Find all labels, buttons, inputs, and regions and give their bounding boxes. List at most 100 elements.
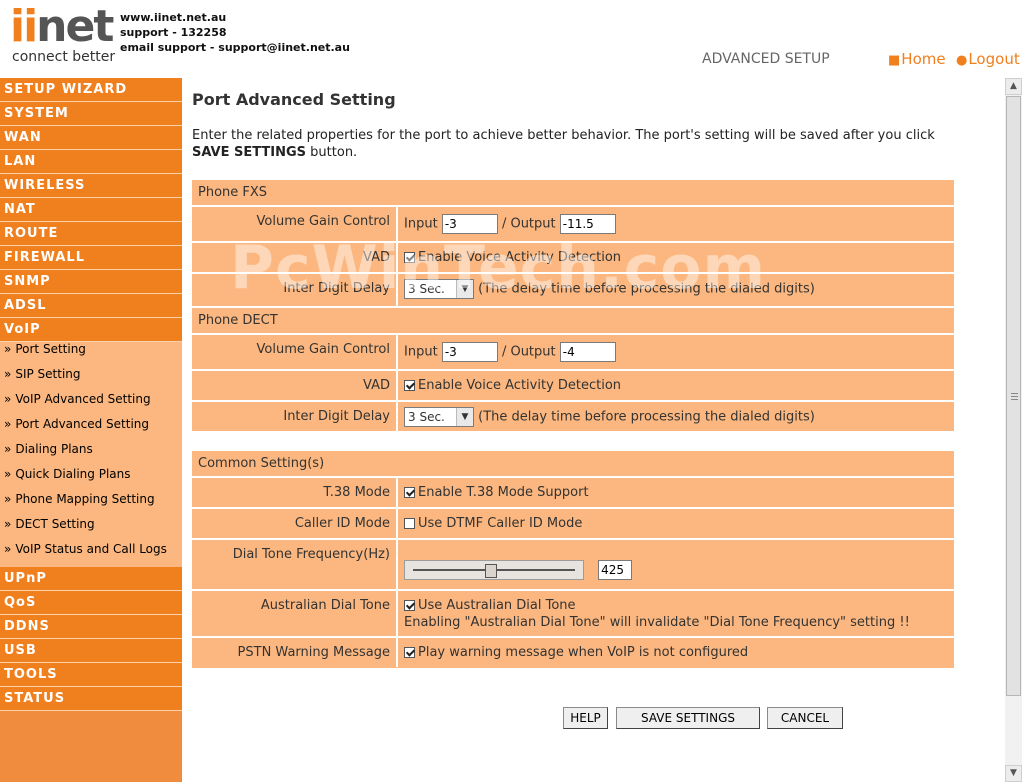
home-link-label: Home	[901, 50, 946, 68]
website-text: www.iinet.net.au	[120, 11, 227, 24]
save-settings-button[interactable]: SAVE SETTINGS	[616, 707, 760, 729]
dialtone-row: Dial Tone Frequency(Hz)	[192, 540, 954, 591]
sidebar-item-snmp[interactable]: SNMP	[0, 270, 182, 294]
fxs-vad-checkbox[interactable]	[404, 252, 415, 263]
t38-text: Enable T.38 Mode Support	[418, 485, 589, 500]
sidebar-item-route[interactable]: ROUTE	[0, 222, 182, 246]
sidebar-subitem-sip-setting[interactable]: » SIP Setting	[0, 367, 182, 392]
subitem-label: Port Advanced Setting	[15, 417, 150, 431]
t38-row: T.38 Mode Enable T.38 Mode Support	[192, 478, 954, 509]
scroll-thumb[interactable]	[1006, 96, 1021, 696]
sidebar-item-voip[interactable]: VoIP	[0, 318, 182, 342]
au-dialtone-note: Enabling "Australian Dial Tone" will inv…	[404, 615, 910, 630]
sidebar-item-wireless[interactable]: WIRELESS	[0, 174, 182, 198]
callerid-checkbox[interactable]	[404, 518, 415, 529]
subitem-label: Quick Dialing Plans	[15, 467, 131, 481]
fxs-input-gain-field[interactable]	[441, 214, 498, 234]
callerid-row: Caller ID Mode Use DTMF Caller ID Mode	[192, 509, 954, 540]
logout-link[interactable]: ●Logout	[956, 50, 1020, 68]
au-dialtone-value: Use Australian Dial Tone Enabling "Austr…	[398, 591, 954, 636]
phone-dect-heading: Phone DECT	[192, 308, 954, 335]
dect-delay-label: Inter Digit Delay	[192, 402, 398, 434]
dect-input-label: Input	[404, 344, 438, 360]
subitem-label: VoIP Advanced Setting	[15, 392, 151, 406]
logo-tagline: connect better	[12, 49, 116, 65]
sidebar-item-system[interactable]: SYSTEM	[0, 102, 182, 126]
sidebar-item-firewall[interactable]: FIREWALL	[0, 246, 182, 270]
pstn-row: PSTN Warning Message Play warning messag…	[192, 638, 954, 667]
scroll-down-arrow-icon[interactable]: ▼	[1005, 765, 1022, 782]
callerid-text: Use DTMF Caller ID Mode	[418, 516, 583, 531]
subitem-label: Port Setting	[15, 342, 86, 356]
fxs-delay-note: (The delay time before processing the di…	[478, 281, 815, 297]
sidebar-subitem-port-advanced-setting[interactable]: » Port Advanced Setting	[0, 417, 182, 442]
sidebar-subitem-dialing-plans[interactable]: » Dialing Plans	[0, 442, 182, 467]
sidebar-item-qos[interactable]: QoS	[0, 591, 182, 615]
dect-output-gain-field[interactable]	[559, 342, 616, 362]
sidebar-subitem-phone-mapping-setting[interactable]: » Phone Mapping Setting	[0, 492, 182, 517]
fxs-delay-select[interactable]: 3 Sec. ▼	[404, 279, 474, 299]
sidebar-item-upnp[interactable]: UPnP	[0, 567, 182, 591]
sidebar-item-usb[interactable]: USB	[0, 639, 182, 663]
subitem-label: DECT Setting	[15, 517, 95, 531]
pstn-text: Play warning message when VoIP is not co…	[418, 645, 749, 660]
chevron-down-icon: ▼	[456, 408, 473, 426]
sidebar-item-ddns[interactable]: DDNS	[0, 615, 182, 639]
dect-delay-select[interactable]: 3 Sec. ▼	[404, 407, 474, 427]
dect-input-gain-field[interactable]	[441, 342, 498, 362]
dect-delay-selected: 3 Sec.	[408, 410, 445, 424]
iinet-logo: iinet	[10, 1, 114, 52]
sidebar-item-status[interactable]: STATUS	[0, 687, 182, 711]
dialtone-frequency-field[interactable]	[598, 560, 633, 580]
cancel-button[interactable]: CANCEL	[767, 707, 843, 729]
sidebar-item-lan[interactable]: LAN	[0, 150, 182, 174]
callerid-value: Use DTMF Caller ID Mode	[398, 509, 954, 538]
fxs-delay-label: Inter Digit Delay	[192, 274, 398, 306]
dect-vad-value: Enable Voice Activity Detection	[398, 371, 954, 400]
home-link[interactable]: ■Home	[888, 50, 946, 68]
common-heading: Common Setting(s)	[192, 451, 954, 478]
fxs-vad-value: Enable Voice Activity Detection	[398, 243, 954, 272]
sidebar-item-adsl[interactable]: ADSL	[0, 294, 182, 318]
slider-thumb[interactable]	[485, 564, 497, 578]
dect-volume-label: Volume Gain Control	[192, 335, 398, 369]
fxs-volume-row: Volume Gain Control Input / Output	[192, 207, 954, 243]
fxs-vad-row: VAD Enable Voice Activity Detection	[192, 243, 954, 274]
dect-vad-checkbox[interactable]	[404, 380, 415, 391]
pstn-checkbox[interactable]	[404, 647, 415, 658]
sidebar-item-setup-wizard[interactable]: SETUP WIZARD	[0, 78, 182, 102]
fxs-input-label: Input	[404, 216, 438, 232]
au-dialtone-text: Use Australian Dial Tone	[418, 598, 576, 613]
sidebar-subitem-voip-advanced-setting[interactable]: » VoIP Advanced Setting	[0, 392, 182, 417]
dect-delay-value: 3 Sec. ▼ (The delay time before processin…	[398, 402, 954, 434]
header: iinet connect better www.iinet.net.au su…	[0, 0, 1022, 78]
dect-volume-row: Volume Gain Control Input / Output	[192, 335, 954, 371]
sidebar-item-tools[interactable]: TOOLS	[0, 663, 182, 687]
sidebar-subitem-port-setting[interactable]: » Port Setting	[0, 342, 182, 367]
t38-label: T.38 Mode	[192, 478, 398, 507]
dect-vad-label: VAD	[192, 371, 398, 400]
vertical-scrollbar[interactable]: ▲ ▼	[1005, 78, 1022, 782]
common-settings-table: Common Setting(s) T.38 Mode Enable T.38 …	[192, 451, 954, 668]
au-dialtone-checkbox[interactable]	[404, 600, 415, 611]
dialtone-slider[interactable]	[404, 560, 584, 580]
dialtone-label: Dial Tone Frequency(Hz)	[192, 540, 398, 589]
sidebar-item-wan[interactable]: WAN	[0, 126, 182, 150]
t38-checkbox[interactable]	[404, 487, 415, 498]
fxs-output-gain-field[interactable]	[559, 214, 616, 234]
sidebar-item-nat[interactable]: NAT	[0, 198, 182, 222]
subitem-label: VoIP Status and Call Logs	[15, 542, 167, 556]
sidebar: SETUP WIZARD SYSTEM WAN LAN WIRELESS NAT…	[0, 78, 182, 782]
callerid-label: Caller ID Mode	[192, 509, 398, 538]
intro-text-end: button.	[306, 145, 358, 160]
sidebar-subitem-voip-status[interactable]: » VoIP Status and Call Logs	[0, 542, 182, 567]
fxs-delay-value: 3 Sec. ▼ (The delay time before processin…	[398, 274, 954, 306]
subitem-label: Dialing Plans	[15, 442, 93, 456]
phone-fxs-heading: Phone FXS	[192, 180, 954, 207]
intro-text-main: Enter the related properties for the por…	[192, 128, 935, 143]
help-button[interactable]: HELP	[563, 707, 608, 729]
scroll-up-arrow-icon[interactable]: ▲	[1005, 78, 1022, 95]
sidebar-subitem-quick-dialing-plans[interactable]: » Quick Dialing Plans	[0, 467, 182, 492]
sidebar-subitem-dect-setting[interactable]: » DECT Setting	[0, 517, 182, 542]
dect-delay-row: Inter Digit Delay 3 Sec. ▼ (The delay tim…	[192, 402, 954, 434]
